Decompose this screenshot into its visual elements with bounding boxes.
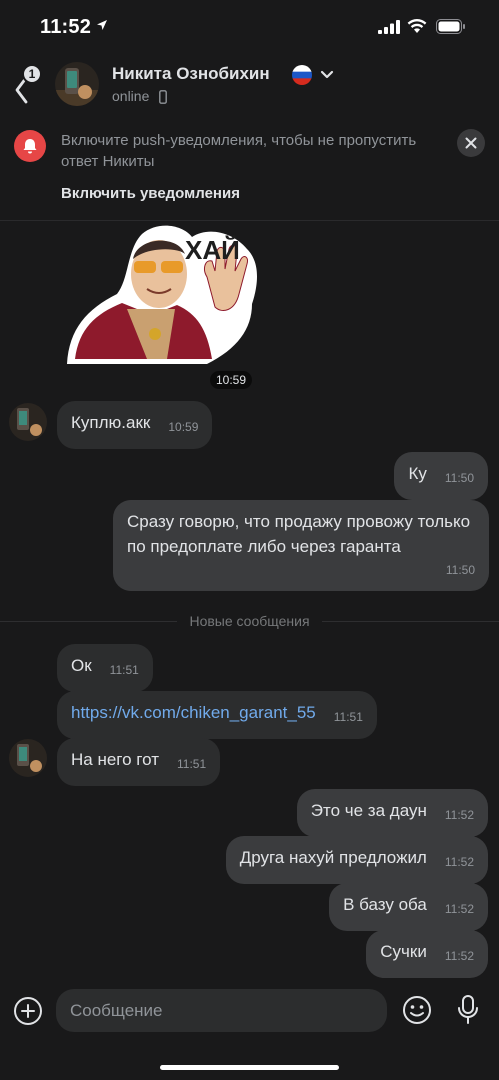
- banner-text: Включите push-уведомления, чтобы не проп…: [61, 132, 417, 170]
- clock: 11:52: [40, 16, 92, 38]
- message-time: 11:52: [444, 902, 474, 916]
- message-time: 10:59: [210, 371, 253, 389]
- message-bubble[interactable]: Сучки 11:52: [366, 930, 488, 978]
- phone-icon: [159, 90, 167, 104]
- plus-icon[interactable]: [13, 996, 43, 1026]
- chat-header: 1 Никита Ознобихин online: [0, 56, 499, 112]
- message-bubble[interactable]: На него гот 11:51: [57, 738, 221, 786]
- battery-icon: [436, 19, 465, 34]
- online-status: online: [112, 88, 150, 104]
- message-bubble[interactable]: https://vk.com/chiken_garant_55 11:51: [57, 691, 377, 739]
- message-time: 11:50: [445, 563, 475, 577]
- message-bubble[interactable]: Друга нахуй предложил 11:52: [225, 836, 488, 884]
- message-input[interactable]: [56, 989, 387, 1032]
- close-icon: [465, 137, 477, 149]
- chevron-down-icon[interactable]: [320, 70, 334, 80]
- message-bubble[interactable]: Куплю.акк 10:59: [57, 401, 213, 449]
- message-bubble[interactable]: Сразу говорю, что продажу провожу только…: [113, 500, 489, 591]
- message-text: Сразу говорю, что продажу провожу только…: [127, 512, 471, 556]
- new-messages-divider: Новые сообщения: [0, 611, 499, 631]
- push-banner: Включите push-уведомления, чтобы не проп…: [0, 117, 499, 221]
- unread-badge: 1: [22, 64, 42, 84]
- message-text: Это че за даун: [310, 801, 427, 820]
- location-arrow-icon: [97, 20, 107, 30]
- signal-icon: [378, 20, 400, 34]
- home-indicator: [160, 1065, 339, 1070]
- avatar[interactable]: [9, 739, 47, 777]
- sticker-image[interactable]: ХАЙ: [57, 219, 261, 369]
- wifi-icon: [407, 18, 427, 33]
- message-text: В базу оба: [343, 895, 427, 914]
- message-time: 11:51: [109, 663, 139, 677]
- sticker-caption: ХАЙ: [185, 235, 240, 265]
- message-time: 11:52: [444, 808, 474, 822]
- message-text: Ку: [408, 464, 427, 483]
- message-bubble[interactable]: Ку 11:50: [394, 452, 488, 500]
- status-bar: 11:52: [0, 0, 499, 56]
- message-time: 10:59: [168, 420, 199, 434]
- message-time: 11:51: [177, 757, 207, 771]
- message-time: 11:50: [444, 471, 474, 485]
- message-bubble[interactable]: Это че за даун 11:52: [296, 789, 488, 837]
- avatar[interactable]: [9, 403, 47, 441]
- message-time: 11:51: [333, 710, 363, 724]
- enable-notifications-button[interactable]: Включить уведомления: [61, 185, 240, 202]
- avatar[interactable]: [55, 62, 99, 106]
- message-time: 11:52: [444, 949, 474, 963]
- contact-name[interactable]: Никита Ознобихин: [112, 64, 270, 84]
- divider-label: Новые сообщения: [189, 613, 310, 629]
- message-bubble[interactable]: Ок 11:51: [57, 644, 153, 692]
- message-text: На него гот: [71, 750, 159, 769]
- message-text: Куплю.акк: [71, 413, 151, 432]
- close-banner-button[interactable]: [457, 129, 485, 157]
- microphone-icon[interactable]: [455, 994, 481, 1026]
- russia-flag-icon: [292, 65, 312, 85]
- smile-icon[interactable]: [402, 995, 432, 1025]
- message-text: Друга нахуй предложил: [239, 848, 427, 867]
- message-time: 11:52: [444, 855, 474, 869]
- bell-icon: [14, 130, 46, 162]
- message-text: Сучки: [380, 942, 427, 961]
- message-text: Ок: [71, 656, 92, 675]
- back-button[interactable]: 1: [10, 64, 44, 104]
- message-link[interactable]: https://vk.com/chiken_garant_55: [71, 703, 316, 722]
- message-bubble[interactable]: В базу оба 11:52: [329, 883, 488, 931]
- message-composer: [0, 983, 499, 1080]
